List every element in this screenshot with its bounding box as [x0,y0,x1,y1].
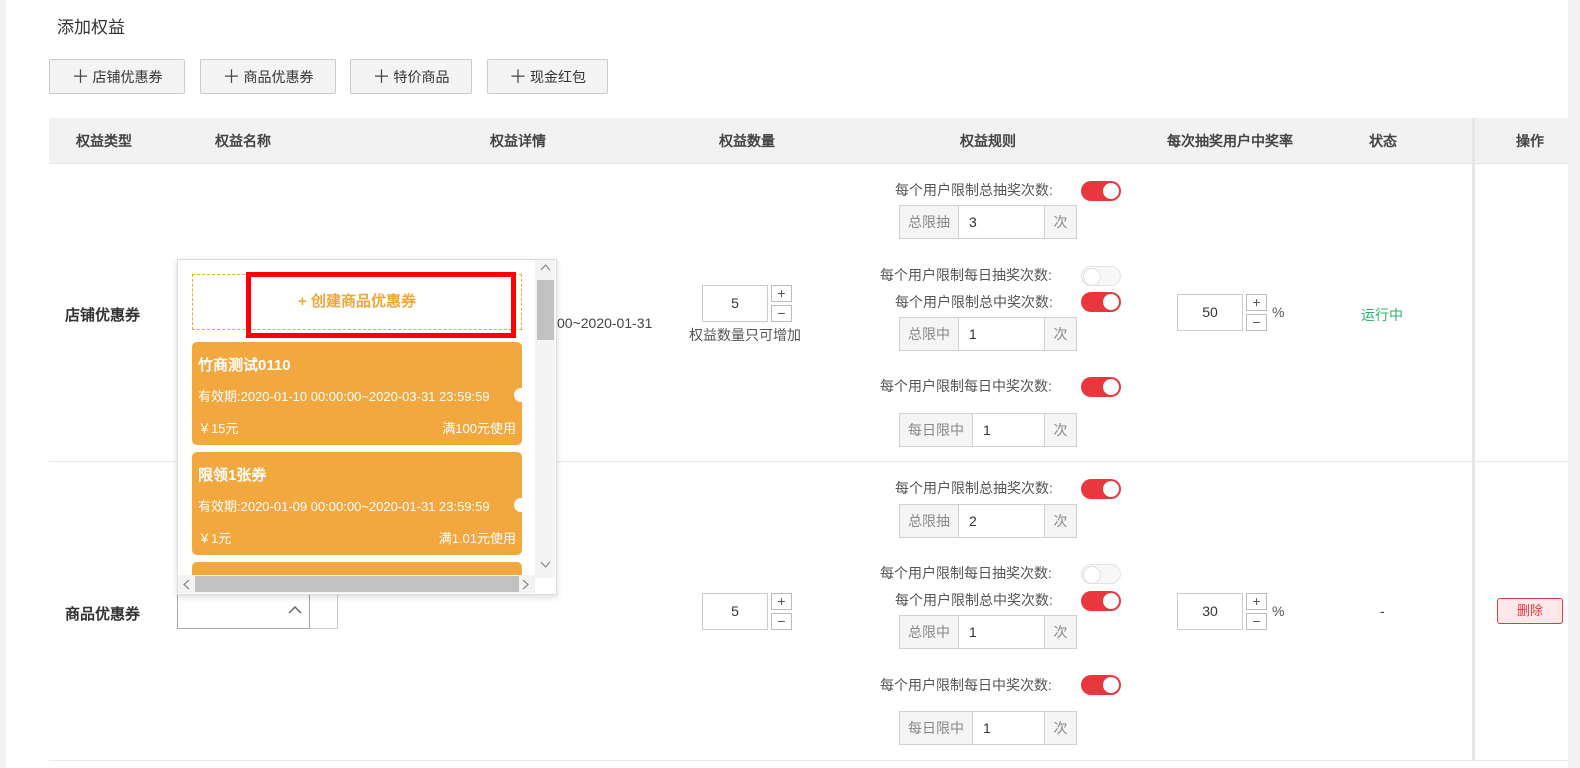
row-2-rate-plus[interactable]: + [1246,593,1267,610]
coupon-validity: 有效期:2020-01-10 00:00:00~2020-03-31 23:59… [198,389,490,404]
coupon-notch [514,498,522,512]
row-1-total-win-toggle[interactable] [1081,292,1121,312]
scroll-down-icon[interactable] [540,560,551,572]
row-2-total-win-toggle[interactable] [1081,591,1121,611]
plus-icon: ＋ [372,66,391,87]
page-title: 添加权益 [57,18,125,37]
action-column-divider [1472,118,1475,761]
row-2-daily-win-input[interactable]: 每日限中 1 次 [899,711,1077,745]
add-product-coupon-button[interactable]: ＋商品优惠券 [200,59,336,94]
row-1-daily-win-toggle[interactable] [1081,377,1121,397]
header-detail: 权益详情 [490,133,546,149]
header-status: 状态 [1369,133,1397,149]
row-2-total-win-input[interactable]: 总限中 1 次 [899,615,1077,649]
row-1-detail: 00~2020-01-31 [557,315,653,331]
row-1-quantity-plus[interactable]: + [771,285,792,302]
row-2-daily-win-label: 每个用户限制每日中奖次数: [880,677,1052,693]
add-cash-redpacket-button[interactable]: ＋现金红包 [487,59,608,94]
row-2-delete-button[interactable]: 删除 [1497,598,1563,624]
header-action: 操作 [1516,133,1544,149]
row-2-select-edge [310,593,338,629]
plus-icon: ＋ [71,66,90,87]
row-2-name-select[interactable] [177,593,310,629]
row-2-rate-percent: % [1272,603,1285,619]
row-2-rate-input[interactable]: 30 [1177,593,1243,630]
row-2-daily-win-toggle[interactable] [1081,675,1121,695]
row-1-total-win-input[interactable]: 总限中 1 次 [899,317,1077,351]
row-1-quantity-minus[interactable]: − [771,305,792,322]
row-1-daily-win-label: 每个用户限制每日中奖次数: [880,378,1052,394]
row-1-rate-plus[interactable]: + [1246,294,1267,311]
add-store-coupon-button[interactable]: ＋店铺优惠券 [49,59,185,94]
coupon-validity: 有效期:2020-01-09 00:00:00~2020-01-31 23:59… [198,499,490,514]
coupon-name: 限领1张券 [198,467,267,484]
row-2-total-draw-input[interactable]: 总限抽 2 次 [899,504,1077,538]
header-type: 权益类型 [76,133,132,149]
row-2-daily-draw-label: 每个用户限制每日抽奖次数: [880,565,1052,581]
plus-icon: ＋ [509,66,527,87]
row-2-total-win-label: 每个用户限制总中奖次数: [895,592,1053,608]
chevron-up-icon [288,605,302,614]
vertical-scroll-thumb[interactable] [537,280,554,340]
highlight-box [246,272,516,338]
row-divider [49,760,1568,761]
row-2-daily-draw-toggle[interactable] [1081,564,1121,584]
row-2-total-draw-toggle[interactable] [1081,479,1121,499]
row-2-quantity-minus[interactable]: − [771,613,792,630]
coupon-dropdown-panel: + 创建商品优惠券 竹商测试0110 有效期:2020-01-10 00:00:… [177,259,557,595]
row-2-quantity-plus[interactable]: + [771,593,792,610]
scroll-right-icon[interactable] [522,579,530,593]
header-rate: 每次抽奖用户中奖率 [1167,133,1293,149]
header-rules: 权益规则 [960,133,1016,149]
row-1-daily-draw-label: 每个用户限制每日抽奖次数: [880,267,1052,283]
row-1-total-win-label: 每个用户限制总中奖次数: [895,294,1053,310]
row-1-rate-minus[interactable]: − [1246,314,1267,331]
row-2-type: 商品优惠券 [65,606,141,623]
row-1-quantity-note: 权益数量只可增加 [689,327,801,343]
coupon-condition: 满1.01元使用 [438,531,516,546]
row-1-total-draw-input[interactable]: 总限抽 3 次 [899,205,1077,239]
coupon-card[interactable]: 限领1张券 有效期:2020-01-09 00:00:00~2020-01-31… [192,452,522,555]
row-1-status: 运行中 [1361,307,1403,323]
scroll-left-icon[interactable] [182,579,190,593]
plus-icon: ＋ [222,66,241,87]
row-1-type: 店铺优惠券 [65,307,141,324]
add-special-product-button[interactable]: ＋特价商品 [350,59,472,94]
row-2-status: - [1380,603,1385,619]
header-name: 权益名称 [215,133,271,149]
row-2-rate-minus[interactable]: − [1246,613,1267,630]
scroll-up-icon[interactable] [540,262,551,274]
row-2-quantity-input[interactable]: 5 [702,593,768,630]
coupon-amount: ￥1元 [198,531,232,546]
row-1-total-draw-toggle[interactable] [1081,181,1121,201]
row-1-daily-draw-toggle[interactable] [1081,266,1121,286]
row-1-daily-win-input[interactable]: 每日限中 1 次 [899,413,1077,447]
header-quantity: 权益数量 [719,133,775,149]
coupon-condition: 满100元使用 [442,421,516,436]
row-2-total-draw-label: 每个用户限制总抽奖次数: [895,480,1053,496]
left-border [0,0,6,768]
row-1-rate-input[interactable]: 50 [1177,294,1243,331]
table-header: 权益类型 权益名称 权益详情 权益数量 权益规则 每次抽奖用户中奖率 状态 操作 [49,118,1568,164]
row-1-total-draw-label: 每个用户限制总抽奖次数: [895,182,1053,198]
horizontal-scroll-thumb[interactable] [195,576,519,592]
coupon-amount: ￥15元 [198,421,239,436]
coupon-notch [514,388,522,402]
row-1-rate-percent: % [1272,304,1285,320]
right-border [1568,0,1580,768]
row-1-quantity-input[interactable]: 5 [702,285,768,322]
coupon-name: 竹商测试0110 [198,357,291,374]
coupon-card[interactable]: 竹商测试0110 有效期:2020-01-10 00:00:00~2020-03… [192,342,522,445]
